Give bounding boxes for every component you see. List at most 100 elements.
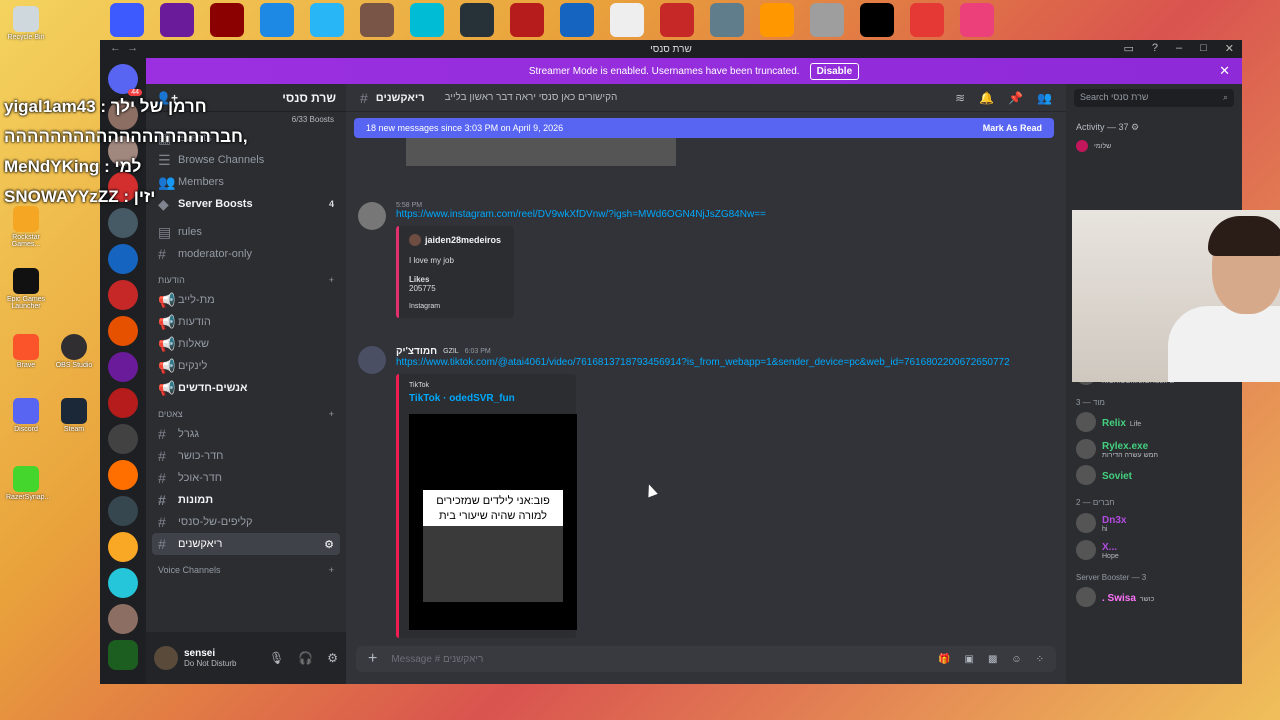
- desktop-icon-discord[interactable]: Discord: [6, 398, 46, 433]
- desktop-icon-razer[interactable]: RazerSynap...: [6, 466, 50, 501]
- gif-icon[interactable]: ▣: [964, 654, 973, 665]
- app-icon[interactable]: [460, 3, 494, 37]
- server-icon[interactable]: [108, 208, 138, 238]
- server-icon[interactable]: [108, 244, 138, 274]
- headphones-icon[interactable]: 🎧: [298, 651, 313, 665]
- channel-item[interactable]: # תמונות: [146, 489, 346, 511]
- add-channel-icon[interactable]: +: [329, 409, 334, 419]
- apps-icon[interactable]: ⁘: [1036, 654, 1044, 665]
- app-icon[interactable]: [960, 3, 994, 37]
- add-channel-icon[interactable]: +: [329, 565, 334, 575]
- server-icon[interactable]: [108, 352, 138, 382]
- desktop-icon-recycle-bin[interactable]: Recycle Bin: [6, 6, 46, 41]
- member-item[interactable]: Rylex.exe חמש עשרה הדירות: [1066, 435, 1242, 462]
- member-item[interactable]: שלומי: [1066, 137, 1242, 155]
- app-icon[interactable]: [810, 3, 844, 37]
- threads-icon[interactable]: ≋: [955, 91, 965, 105]
- server-icon[interactable]: [108, 460, 138, 490]
- channel-item[interactable]: 📢 אנשים-חדשים: [146, 377, 346, 399]
- server-icon[interactable]: [108, 496, 138, 526]
- home-button[interactable]: 44: [108, 64, 142, 96]
- channel-item[interactable]: # חדר-אוכל: [146, 467, 346, 489]
- maximize-icon[interactable]: □: [1200, 42, 1207, 55]
- disable-button[interactable]: Disable: [809, 62, 860, 80]
- embed-author[interactable]: jaiden28medeiros: [425, 235, 501, 245]
- message-author[interactable]: חמודצ'יק: [396, 346, 437, 357]
- help-icon[interactable]: ?: [1152, 42, 1158, 55]
- embed-image-partial[interactable]: [406, 138, 676, 166]
- channel-item[interactable]: 📢 שאלות: [146, 333, 346, 355]
- desktop-icon-steam[interactable]: Steam: [54, 398, 94, 433]
- avatar[interactable]: [358, 346, 386, 374]
- app-icon[interactable]: [660, 3, 694, 37]
- pin-icon[interactable]: 📌: [1008, 91, 1023, 105]
- channel-moderator-only[interactable]: # moderator-only: [146, 243, 346, 265]
- desktop-icon-obs[interactable]: OBS Studio: [54, 334, 94, 369]
- app-icon[interactable]: [860, 3, 894, 37]
- channel-item[interactable]: 📢 הודעות: [146, 311, 346, 333]
- minimize-icon[interactable]: –: [1176, 42, 1182, 55]
- app-icon[interactable]: [210, 3, 244, 37]
- server-icon[interactable]: [108, 424, 138, 454]
- member-item[interactable]: Relix Life: [1066, 409, 1242, 435]
- sticker-icon[interactable]: ▩: [988, 654, 997, 665]
- server-icon[interactable]: [108, 388, 138, 418]
- server-icon[interactable]: [108, 280, 138, 310]
- microphone-icon[interactable]: 🎙: [269, 651, 284, 665]
- app-icon[interactable]: [410, 3, 444, 37]
- emoji-icon[interactable]: ☺: [1011, 654, 1021, 665]
- server-icon[interactable]: [108, 604, 138, 634]
- server-icon[interactable]: [108, 640, 138, 670]
- member-item[interactable]: Dn3x hi: [1066, 509, 1242, 536]
- member-list-icon[interactable]: 👥: [1037, 91, 1052, 105]
- member-item[interactable]: Soviet: [1066, 462, 1242, 488]
- message-link[interactable]: https://www.tiktok.com/@atai4061/video/7…: [396, 357, 1010, 368]
- new-messages-bar[interactable]: 18 new messages since 3:03 PM on April 9…: [354, 118, 1054, 138]
- member-item[interactable]: X... Hope: [1066, 536, 1242, 563]
- app-icon[interactable]: [160, 3, 194, 37]
- category-header[interactable]: הודעות +: [146, 265, 346, 289]
- server-icon[interactable]: [108, 532, 138, 562]
- channel-item[interactable]: 📢 מת-לייב: [146, 289, 346, 311]
- settings-icon[interactable]: ⚙: [327, 651, 338, 665]
- inbox-icon[interactable]: ▭: [1123, 42, 1133, 55]
- desktop-icon-rockstar[interactable]: Rockstar Games...: [6, 206, 46, 248]
- close-banner-icon[interactable]: ✕: [1219, 63, 1230, 79]
- app-icon[interactable]: [310, 3, 344, 37]
- category-header[interactable]: Voice Channels +: [146, 555, 346, 579]
- avatar[interactable]: [154, 646, 178, 670]
- add-channel-icon[interactable]: +: [329, 275, 334, 285]
- channel-topic[interactable]: הקישורים כאן סנסי יראה דבר ראשון בלייב: [445, 92, 618, 103]
- close-icon[interactable]: ✕: [1225, 42, 1234, 55]
- nav-arrows-icon[interactable]: ← →: [110, 42, 138, 54]
- avatar[interactable]: [358, 202, 386, 230]
- app-icon[interactable]: [260, 3, 294, 37]
- member-item[interactable]: . Swisa כושר: [1066, 584, 1242, 610]
- app-icon[interactable]: [610, 3, 644, 37]
- app-icon[interactable]: [760, 3, 794, 37]
- app-icon[interactable]: [110, 3, 144, 37]
- activity-header[interactable]: Activity — 37 ⚙: [1066, 112, 1242, 137]
- message-link[interactable]: https://www.instagram.com/reel/DV9wkXfDV…: [396, 209, 766, 220]
- message-input[interactable]: Message # ריאקשנים: [391, 654, 483, 665]
- video-thumbnail[interactable]: פוב:אני לילדים שמזכירים למורה שהיה שיעור…: [409, 414, 577, 630]
- channel-item[interactable]: 📢 לינקים: [146, 355, 346, 377]
- mark-as-read-button[interactable]: Mark As Read: [983, 123, 1042, 133]
- channel-item[interactable]: # חדר-כושר: [146, 445, 346, 467]
- channel-rules[interactable]: ▤ rules: [146, 221, 346, 243]
- category-header[interactable]: צאטים +: [146, 399, 346, 423]
- channel-item-selected[interactable]: # ריאקשנים ⚙: [152, 533, 340, 555]
- search-input[interactable]: Search שרת סנסי ⌕: [1074, 89, 1234, 107]
- server-icon[interactable]: [108, 568, 138, 598]
- app-icon[interactable]: [510, 3, 544, 37]
- channel-item[interactable]: # גגרל: [146, 423, 346, 445]
- app-icon[interactable]: [710, 3, 744, 37]
- app-icon[interactable]: [560, 3, 594, 37]
- embed-title[interactable]: TikTok · odedSVR_fun: [409, 393, 566, 404]
- app-icon[interactable]: [360, 3, 394, 37]
- desktop-icon-epic[interactable]: Epic Games Launcher: [6, 268, 46, 310]
- channel-settings-icon[interactable]: ⚙: [324, 538, 334, 551]
- notification-bell-icon[interactable]: 🔔: [979, 91, 994, 105]
- gift-icon[interactable]: 🎁: [938, 654, 950, 665]
- add-attachment-icon[interactable]: +: [368, 650, 377, 668]
